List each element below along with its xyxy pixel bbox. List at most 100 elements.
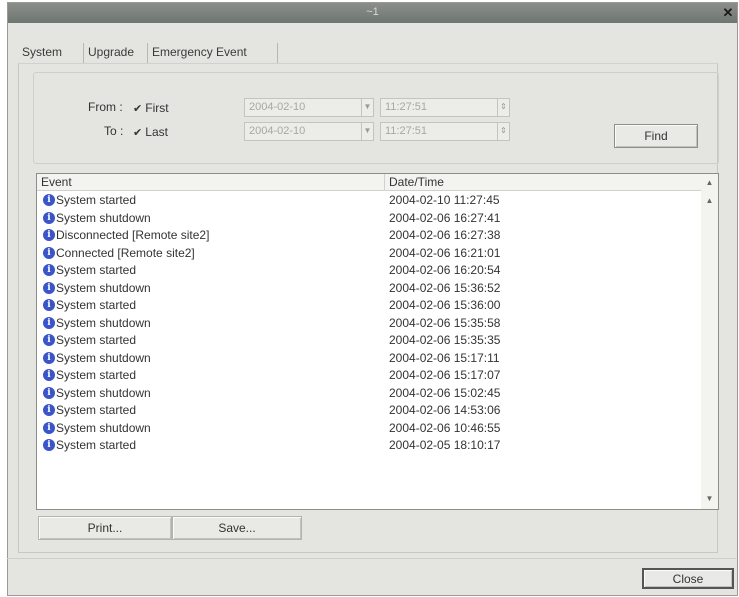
print-button[interactable]: Print... — [38, 516, 172, 540]
datetime-cell: 2004-02-06 16:21:01 — [389, 245, 501, 260]
title-bar[interactable]: ~1 ✕ — [8, 3, 737, 23]
datetime-cell: 2004-02-06 14:53:06 — [389, 403, 501, 417]
datetime-cell: 2004-02-06 15:36:52 — [389, 280, 501, 295]
vertical-scrollbar[interactable]: ▲ ▲ ▼ — [701, 174, 718, 509]
info-icon: i — [43, 264, 55, 276]
first-checkbox-label: First — [145, 101, 169, 115]
tab-system[interactable]: System — [18, 43, 84, 63]
event-cell: System started — [56, 333, 137, 347]
datetime-cell: 2004-02-06 15:35:35 — [389, 333, 501, 347]
to-time-value: 11:27:51 — [385, 125, 428, 137]
event-cell: Disconnected [Remote site2] — [56, 228, 210, 242]
datetime-cell: 2004-02-06 10:46:55 — [389, 420, 501, 435]
scroll-up-icon[interactable]: ▲ — [703, 176, 716, 189]
event-cell: System started — [56, 263, 137, 277]
table-row[interactable]: i System shutdown 2004-02-06 10:46:55 — [37, 420, 701, 438]
to-time-field[interactable]: 11:27:51 ⇕ — [380, 122, 510, 141]
table-row[interactable]: i System shutdown 2004-02-06 15:35:58 — [37, 315, 701, 333]
datetime-cell: 2004-02-06 15:17:07 — [389, 368, 501, 382]
separator — [7, 558, 736, 559]
datetime-cell: 2004-02-06 15:17:11 — [389, 350, 500, 365]
info-icon: i — [43, 421, 55, 434]
from-label: From : — [88, 100, 123, 114]
to-date-dropdown-icon[interactable]: ▼ — [361, 123, 373, 140]
event-cell: System started — [56, 403, 137, 417]
table-row[interactable]: i System started 2004-02-06 14:53:06 — [37, 402, 701, 420]
event-cell: System shutdown — [56, 280, 151, 295]
table-row[interactable]: i System started 2004-02-06 15:36:00 — [37, 297, 701, 315]
event-cell: Connected [Remote site2] — [56, 245, 195, 260]
info-icon: i — [43, 299, 55, 311]
find-button[interactable]: Find — [614, 124, 698, 148]
event-list[interactable]: Event Date/Time i System started 2004-02-1… — [36, 173, 719, 510]
event-cell: System started — [56, 298, 137, 312]
event-cell: System shutdown — [56, 420, 151, 435]
datetime-cell: 2004-02-10 11:27:45 — [389, 193, 500, 207]
datetime-cell: 2004-02-06 15:02:45 — [389, 385, 501, 400]
info-icon: i — [43, 246, 55, 259]
event-cell: System shutdown — [56, 385, 151, 400]
tab-emergency-event[interactable]: Emergency Event — [148, 43, 278, 63]
table-row[interactable]: i System started 2004-02-06 15:17:07 — [37, 367, 701, 385]
check-icon: ✔ — [133, 127, 143, 139]
info-icon: i — [43, 334, 55, 346]
event-cell: System started — [56, 368, 137, 382]
save-button[interactable]: Save... — [172, 516, 302, 540]
column-header-event[interactable]: Event — [41, 175, 72, 189]
datetime-cell: 2004-02-06 16:20:54 — [389, 263, 501, 277]
tab-upgrade[interactable]: Upgrade — [84, 43, 148, 63]
from-time-spinner-icon[interactable]: ⇕ — [497, 99, 509, 116]
event-cell: System shutdown — [56, 350, 151, 365]
list-header: Event Date/Time — [37, 174, 718, 191]
table-row[interactable]: i System started 2004-02-06 16:20:54 — [37, 262, 701, 280]
table-row[interactable]: i System started 2004-02-10 11:27:45 — [37, 192, 701, 210]
close-button[interactable]: Close — [642, 568, 734, 589]
table-row[interactable]: i System shutdown 2004-02-06 15:17:11 — [37, 350, 701, 368]
to-date-field[interactable]: 2004-02-10 ▼ — [244, 122, 374, 141]
close-icon[interactable]: ✕ — [721, 4, 735, 21]
info-icon: i — [43, 404, 55, 416]
info-icon: i — [43, 194, 55, 206]
info-icon: i — [43, 316, 55, 329]
first-checkbox[interactable]: ✔ First — [133, 101, 169, 115]
scroll-up-step-icon[interactable]: ▲ — [703, 194, 716, 207]
event-cell: System started — [56, 438, 137, 452]
event-cell: System shutdown — [56, 210, 151, 225]
from-time-value: 11:27:51 — [385, 101, 428, 113]
info-icon: i — [43, 369, 55, 381]
info-icon: i — [43, 281, 55, 294]
from-date-dropdown-icon[interactable]: ▼ — [361, 99, 373, 116]
scroll-down-icon[interactable]: ▼ — [703, 492, 716, 505]
info-icon: i — [43, 211, 55, 224]
table-row[interactable]: i System shutdown 2004-02-06 15:02:45 — [37, 385, 701, 403]
datetime-cell: 2004-02-06 16:27:41 — [389, 210, 501, 225]
event-cell: System started — [56, 193, 137, 207]
window-title: ~1 — [366, 6, 379, 18]
from-date-field[interactable]: 2004-02-10 ▼ — [244, 98, 374, 117]
event-cell: System shutdown — [56, 315, 151, 330]
table-row[interactable]: i Connected [Remote site2] 2004-02-06 16:2… — [37, 245, 701, 263]
table-row[interactable]: i System started 2004-02-05 18:10:17 — [37, 437, 701, 455]
datetime-cell: 2004-02-06 16:27:38 — [389, 228, 501, 242]
filter-group — [33, 72, 719, 164]
last-checkbox[interactable]: ✔ Last — [133, 125, 168, 139]
to-date-value: 2004-02-10 — [249, 125, 306, 137]
from-date-value: 2004-02-10 — [249, 101, 306, 113]
column-divider[interactable] — [384, 174, 385, 191]
datetime-cell: 2004-02-06 15:36:00 — [389, 298, 501, 312]
datetime-cell: 2004-02-06 15:35:58 — [389, 315, 501, 330]
to-label: To : — [104, 124, 124, 138]
column-header-datetime[interactable]: Date/Time — [389, 175, 444, 189]
datetime-cell: 2004-02-05 18:10:17 — [389, 438, 501, 452]
last-checkbox-label: Last — [145, 125, 168, 139]
table-row[interactable]: i System started 2004-02-06 15:35:35 — [37, 332, 701, 350]
info-icon: i — [43, 229, 55, 241]
info-icon: i — [43, 351, 55, 364]
table-row[interactable]: i System shutdown 2004-02-06 15:36:52 — [37, 280, 701, 298]
from-time-field[interactable]: 11:27:51 ⇕ — [380, 98, 510, 117]
table-row[interactable]: i System shutdown 2004-02-06 16:27:41 — [37, 210, 701, 228]
table-row[interactable]: i Disconnected [Remote site2] 2004-02-06 1… — [37, 227, 701, 245]
check-icon: ✔ — [133, 103, 143, 115]
to-time-spinner-icon[interactable]: ⇕ — [497, 123, 509, 140]
info-icon: i — [43, 386, 55, 399]
